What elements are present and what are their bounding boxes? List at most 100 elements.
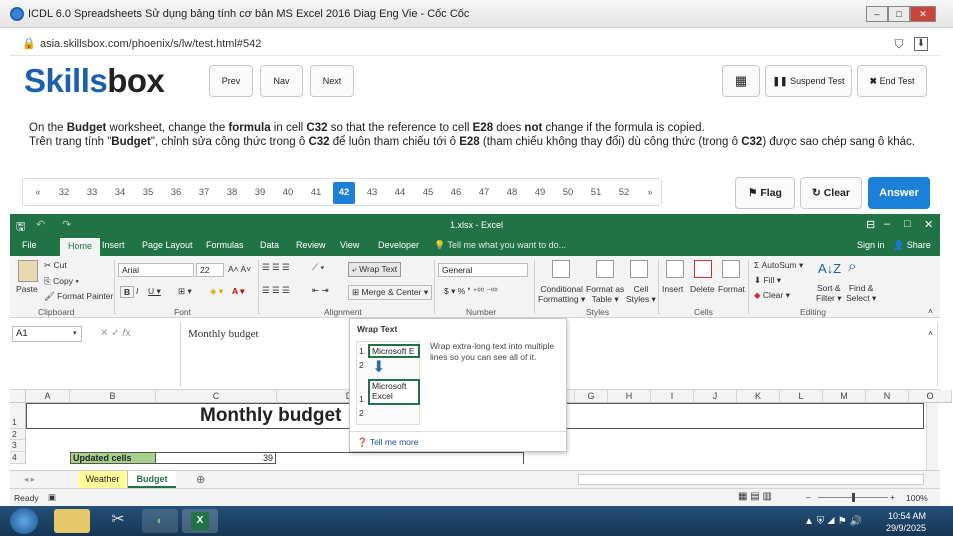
format-as-table-button[interactable]: Format as Table ▾	[586, 284, 624, 305]
sort-filter-button[interactable]: Sort & Filter ▾	[816, 283, 842, 304]
page-51[interactable]: 51	[585, 182, 607, 204]
view-icons[interactable]: ▦ ▤ ▥	[738, 491, 772, 502]
clock-date[interactable]: 29/9/2025	[886, 523, 926, 533]
page-49[interactable]: 49	[529, 182, 551, 204]
page-37[interactable]: 37	[193, 182, 215, 204]
cell-b4[interactable]: Updated cells	[70, 452, 156, 464]
coccoc-taskbar-icon[interactable]: ◐	[142, 509, 178, 533]
flag-button[interactable]: ⚑ Flag	[735, 177, 795, 209]
underline-button[interactable]: U ▾	[148, 286, 161, 297]
tell-me-box[interactable]: 💡 Tell me what you want to do...	[434, 240, 566, 251]
name-box-dropdown-icon[interactable]: ▾	[73, 329, 77, 337]
page-43[interactable]: 43	[361, 182, 383, 204]
horizontal-scrollbar[interactable]	[578, 474, 924, 485]
wrap-text-button[interactable]: ⤶ Wrap Text	[348, 262, 402, 277]
cell-styles-button[interactable]: Cell Styles ▾	[626, 284, 656, 305]
redo-icon[interactable]: ↷	[62, 218, 71, 231]
column-header-g[interactable]: G	[575, 390, 608, 403]
number-format-box[interactable]: General	[438, 263, 528, 277]
cell-c4[interactable]: 39	[155, 452, 276, 464]
italic-button[interactable]: I	[136, 286, 138, 296]
copy-button[interactable]: ⎘ Copy ▾	[44, 276, 79, 287]
save-icon[interactable]: 🖫	[16, 218, 25, 237]
fill-button[interactable]: ⬇ Fill ▾	[754, 275, 781, 286]
conditional-formatting-button[interactable]: Conditional Formatting ▾	[538, 284, 585, 305]
sheet-scroll-icons[interactable]: ◂ ▸	[24, 474, 35, 485]
orientation-icon[interactable]: ⟋ ▾	[312, 262, 324, 273]
end-test-button[interactable]: ✖ End Test	[857, 65, 927, 97]
page-44[interactable]: 44	[389, 182, 411, 204]
prev-button[interactable]: Prev	[209, 65, 253, 97]
excel-taskbar-icon[interactable]: X	[182, 509, 218, 533]
share-button[interactable]: 👤 Share	[893, 240, 931, 251]
zoom-level[interactable]: 100%	[906, 493, 928, 503]
font-color-icon[interactable]: A ▾	[232, 286, 244, 297]
url-text[interactable]: asia.skillsbox.com/phoenix/s/lw/test.htm…	[40, 38, 261, 50]
font-grow-shrink-icons[interactable]: A˄ A˅	[228, 264, 251, 274]
number-format-icons[interactable]: $ ▾ % ❜ ⁺⁰⁰ ⁻⁰⁰	[444, 286, 498, 297]
ribbon-tab-formulas[interactable]: Formulas	[206, 240, 244, 250]
tray-icons[interactable]: ▲ ⛨ ◢ ⚑ 🔊	[804, 516, 862, 527]
next-button[interactable]: Next	[310, 65, 354, 97]
find-select-button[interactable]: Find & Select ▾	[846, 283, 876, 304]
insert-cells-button[interactable]: Insert	[662, 284, 683, 294]
shield-icon[interactable]: ⛉	[890, 35, 908, 53]
delete-cells-button[interactable]: Delete	[690, 284, 715, 294]
page-47[interactable]: 47	[473, 182, 495, 204]
answer-button[interactable]: Answer	[868, 177, 930, 209]
start-button[interactable]	[10, 508, 38, 534]
format-painter-button[interactable]: 🖌 Format Painter	[44, 291, 113, 302]
excel-close[interactable]: ✕	[924, 218, 933, 231]
horizontal-align-icons[interactable]: ☰ ☰ ☰	[262, 285, 290, 296]
explorer-taskbar-icon[interactable]	[54, 509, 90, 533]
paste-icon[interactable]	[18, 260, 38, 282]
paste-button[interactable]: Paste	[16, 284, 38, 294]
page-34[interactable]: 34	[109, 182, 131, 204]
page-52[interactable]: 52	[613, 182, 635, 204]
ribbon-tab-data[interactable]: Data	[260, 240, 279, 250]
vertical-scrollbar[interactable]	[926, 403, 938, 470]
formula-input[interactable]: Monthly budget	[188, 328, 259, 340]
pager-prev[interactable]: «	[27, 182, 49, 204]
close-button[interactable]: ✕	[910, 6, 936, 22]
row-header[interactable]: 2	[10, 429, 26, 440]
page-33[interactable]: 33	[81, 182, 103, 204]
maximize-button[interactable]: □	[888, 6, 910, 22]
expand-formula-icon[interactable]: ˄	[928, 328, 933, 338]
page-50[interactable]: 50	[557, 182, 579, 204]
column-header-o[interactable]: O	[909, 390, 952, 403]
page-38[interactable]: 38	[221, 182, 243, 204]
page-48[interactable]: 48	[501, 182, 523, 204]
sign-in-link[interactable]: Sign in	[857, 240, 885, 250]
formula-cancel-confirm-icons[interactable]: ✕ ✓ 𝑓x	[100, 328, 130, 339]
clock-time[interactable]: 10:54 AM	[888, 511, 926, 521]
bold-button[interactable]: B	[120, 286, 135, 298]
macro-record-icon[interactable]: ▣	[48, 492, 56, 503]
indent-icons[interactable]: ⇤ ⇥	[312, 285, 329, 296]
calculator-icon[interactable]: ▦	[722, 65, 760, 97]
ribbon-tab-developer[interactable]: Developer	[378, 240, 419, 250]
column-header-b[interactable]: B	[70, 390, 156, 403]
snipping-tool-icon[interactable]: ✂	[100, 509, 136, 533]
column-header-i[interactable]: I	[651, 390, 694, 403]
column-header-k[interactable]: K	[737, 390, 780, 403]
page-35[interactable]: 35	[137, 182, 159, 204]
format-cells-button[interactable]: Format	[718, 284, 745, 294]
sheet-tab-budget[interactable]: Budget	[128, 471, 176, 488]
ribbon-tab-file[interactable]: File	[22, 240, 37, 250]
nav-button[interactable]: Nav	[260, 65, 303, 97]
ribbon-tab-view[interactable]: View	[340, 240, 359, 250]
column-header-l[interactable]: L	[780, 390, 823, 403]
page-32[interactable]: 32	[53, 182, 75, 204]
page-36[interactable]: 36	[165, 182, 187, 204]
page-40[interactable]: 40	[277, 182, 299, 204]
font-name-box[interactable]: Arial	[118, 263, 194, 277]
merge-center-button[interactable]: ⊞ Merge & Center ▾	[348, 285, 433, 300]
page-45[interactable]: 45	[417, 182, 439, 204]
ribbon-tab-page-layout[interactable]: Page Layout	[142, 240, 193, 250]
column-header-m[interactable]: M	[823, 390, 866, 403]
borders-icon[interactable]: ⊞ ▾	[178, 286, 192, 297]
autosum-button[interactable]: Σ AutoSum ▾	[754, 260, 803, 271]
excel-minimize[interactable]: –	[884, 218, 890, 230]
zoom-in-icon[interactable]: +	[890, 492, 895, 502]
